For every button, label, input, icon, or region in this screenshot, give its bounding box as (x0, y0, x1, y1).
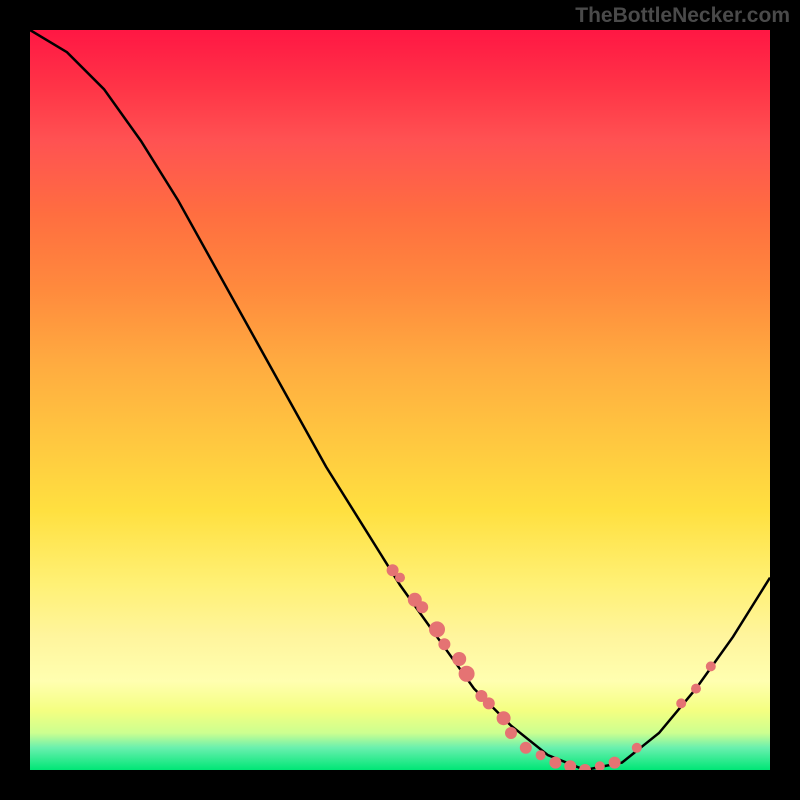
data-point-marker (452, 652, 466, 666)
bottleneck-curve-line (30, 30, 770, 770)
data-point-marker (632, 743, 642, 753)
watermark-text: TheBottleNecker.com (575, 4, 790, 28)
data-point-marker (429, 621, 445, 637)
data-point-marker (520, 742, 532, 754)
data-point-marker (595, 761, 605, 770)
data-point-marker (609, 757, 621, 769)
chart-svg (30, 30, 770, 770)
data-point-marker (459, 666, 475, 682)
data-point-marker (676, 698, 686, 708)
data-point-marker (536, 750, 546, 760)
data-point-marker (395, 573, 405, 583)
data-point-marker (706, 661, 716, 671)
data-point-marker (483, 697, 495, 709)
data-point-markers (387, 564, 716, 770)
data-point-marker (549, 757, 561, 769)
data-point-marker (691, 684, 701, 694)
data-point-marker (438, 638, 450, 650)
chart-container (30, 30, 770, 770)
data-point-marker (497, 711, 511, 725)
data-point-marker (579, 764, 591, 770)
data-point-marker (416, 601, 428, 613)
data-point-marker (505, 727, 517, 739)
